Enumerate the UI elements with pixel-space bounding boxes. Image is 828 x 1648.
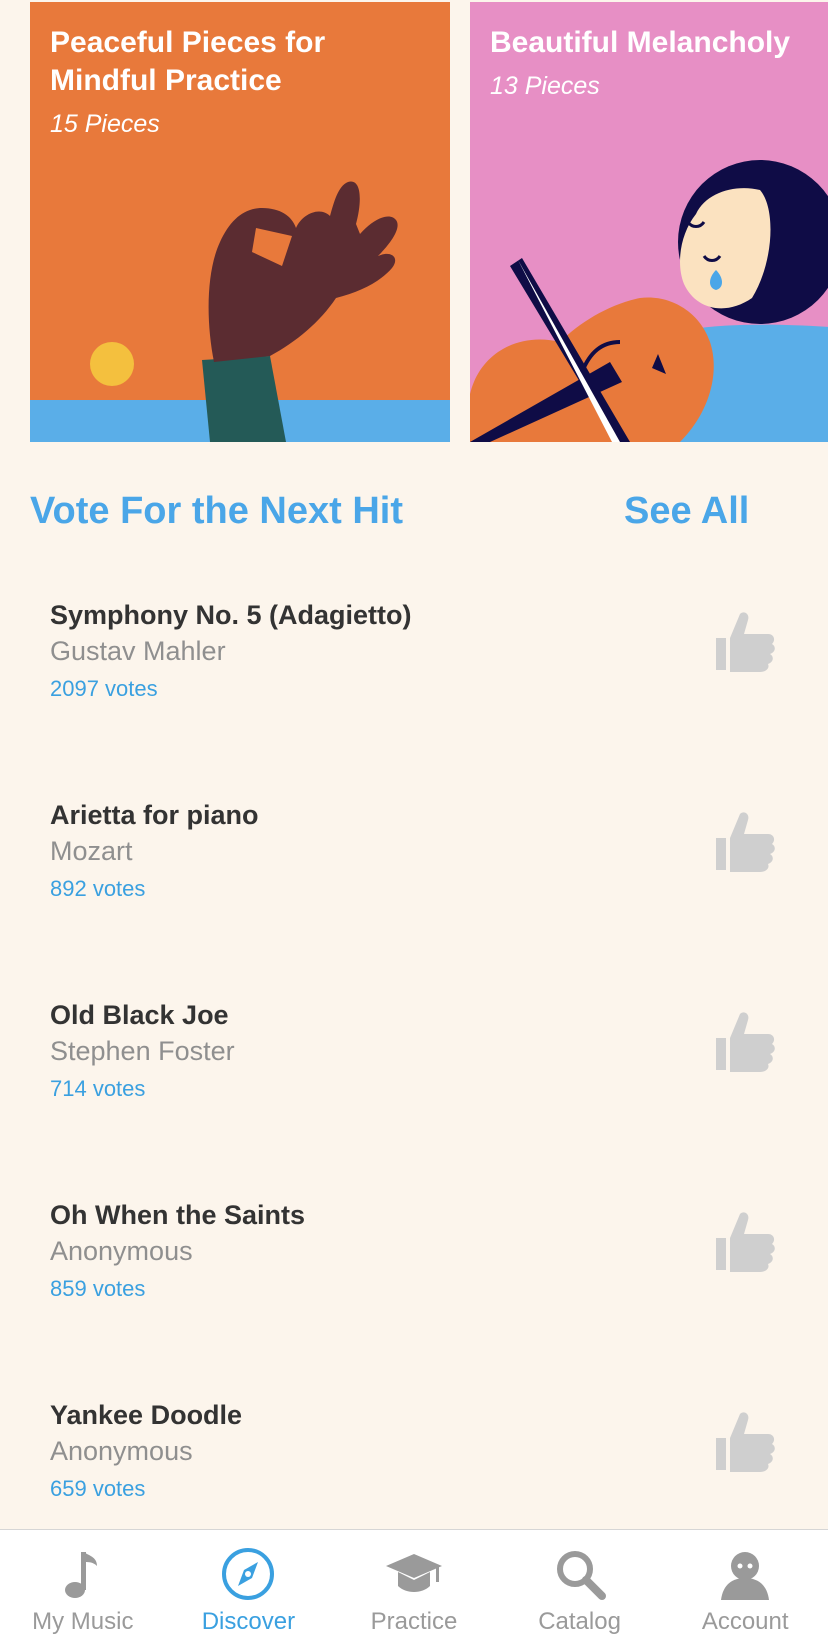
tab-catalog[interactable]: Catalog [497, 1530, 663, 1648]
piece-composer: Anonymous [50, 1436, 193, 1466]
tab-label: My Music [32, 1608, 134, 1635]
collection-count: 15 Pieces [50, 110, 160, 138]
thumbs-up-icon[interactable] [712, 1408, 776, 1474]
list-item[interactable]: Old Black Joe Stephen Foster 714 votes [0, 980, 828, 1180]
collection-title: Peaceful Pieces for Mindful Practice [50, 26, 326, 97]
piece-title: Symphony No. 5 (Adagietto) [50, 600, 412, 630]
collection-card-melancholy[interactable]: Beautiful Melancholy 13 Pieces [470, 2, 828, 442]
list-item[interactable]: Symphony No. 5 (Adagietto) Gustav Mahler… [0, 580, 828, 780]
tab-label: Practice [370, 1608, 458, 1635]
vote-count: 659 votes [50, 1476, 146, 1501]
thumbs-up-icon[interactable] [712, 608, 776, 674]
tab-label: Catalog [538, 1608, 621, 1635]
tab-label: Discover [201, 1608, 296, 1635]
piece-title: Yankee Doodle [50, 1400, 243, 1430]
vote-count: 714 votes [50, 1076, 146, 1101]
list-item[interactable]: Arietta for piano Mozart 892 votes [0, 780, 828, 980]
piece-title: Oh When the Saints [50, 1200, 306, 1230]
piece-composer: Mozart [50, 836, 133, 866]
piece-title: Old Black Joe [50, 1000, 229, 1030]
compass-icon [222, 1548, 275, 1600]
tab-my-music[interactable]: My Music [0, 1530, 166, 1648]
collection-count: 13 Pieces [490, 72, 600, 100]
tab-label: Account [701, 1608, 789, 1635]
user-icon [721, 1552, 770, 1600]
tab-account[interactable]: Account [662, 1530, 828, 1648]
collection-card-peaceful[interactable]: Peaceful Pieces for Mindful Practice 15 … [30, 2, 450, 442]
tab-discover[interactable]: Discover [166, 1530, 332, 1648]
see-all-link[interactable]: See All [624, 490, 749, 533]
piece-composer: Anonymous [50, 1236, 193, 1266]
graduation-cap-icon [385, 1554, 442, 1592]
thumbs-up-icon[interactable] [712, 1008, 776, 1074]
piece-title: Arietta for piano [50, 800, 259, 830]
section-title: Vote For the Next Hit [30, 490, 403, 532]
vote-count: 892 votes [50, 876, 146, 901]
violinist-illustration [470, 160, 828, 442]
collection-carousel[interactable]: Peaceful Pieces for Mindful Practice 15 … [0, 0, 828, 442]
thumbs-up-icon[interactable] [712, 1208, 776, 1274]
music-note-icon [64, 1552, 97, 1598]
vote-count: 859 votes [50, 1276, 146, 1301]
vote-list: Symphony No. 5 (Adagietto) Gustav Mahler… [0, 580, 828, 1580]
tab-bar: My Music Discover Practice Catalog Accou… [0, 1529, 828, 1648]
search-icon [556, 1551, 606, 1600]
piece-composer: Stephen Foster [50, 1036, 235, 1066]
piece-composer: Gustav Mahler [50, 636, 226, 666]
thumbs-up-icon[interactable] [712, 808, 776, 874]
collection-title: Beautiful Melancholy [490, 26, 791, 59]
tab-practice[interactable]: Practice [331, 1530, 497, 1648]
list-item[interactable]: Oh When the Saints Anonymous 859 votes [0, 1180, 828, 1380]
vote-count: 2097 votes [50, 676, 158, 701]
